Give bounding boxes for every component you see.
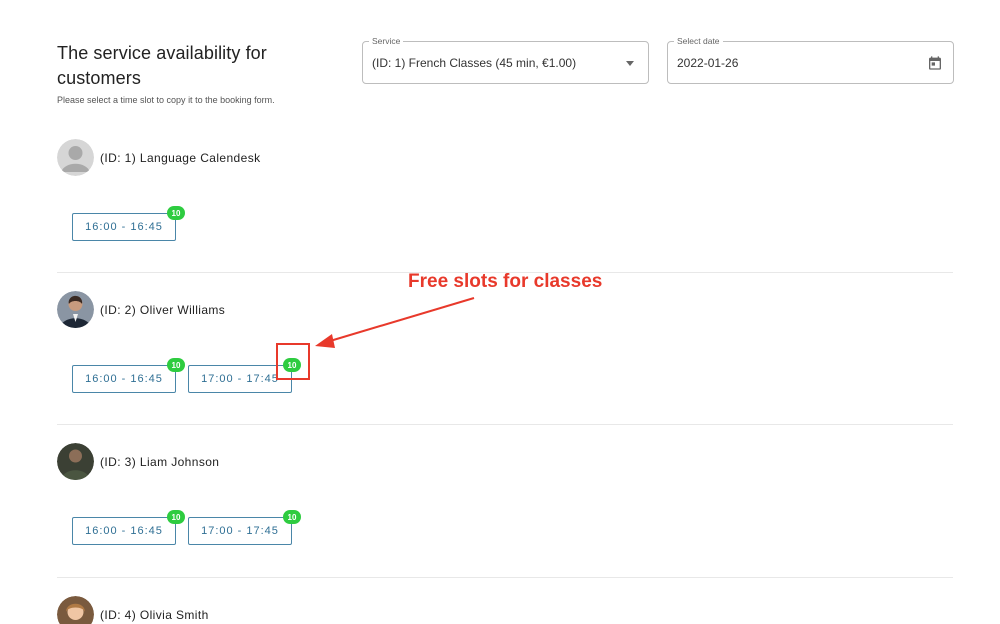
- time-slot-button[interactable]: 16:00 - 16:45 10: [72, 206, 185, 241]
- avatar: [57, 139, 94, 176]
- annotation-highlight-box: [276, 343, 310, 380]
- avatar: [57, 596, 94, 624]
- annotation-label: Free slots for classes: [408, 271, 603, 292]
- page-subtitle: Please select a time slot to copy it to …: [57, 95, 275, 105]
- time-slot-button[interactable]: 16:00 - 16:45 10: [72, 358, 185, 393]
- time-slot-label: 16:00 - 16:45: [85, 525, 163, 537]
- free-slots-badge: 10: [167, 510, 185, 524]
- employee-name: (ID: 3) Liam Johnson: [100, 455, 220, 469]
- calendar-icon[interactable]: [927, 55, 943, 71]
- date-field-label: Select date: [674, 36, 723, 46]
- free-slots-badge: 10: [283, 510, 301, 524]
- free-slots-badge: 10: [167, 358, 185, 372]
- employee-section: (ID: 3) Liam Johnson 16:00 - 16:45 10 17…: [57, 443, 953, 553]
- employee-name: (ID: 1) Language Calendesk: [100, 151, 261, 165]
- employee-section: (ID: 2) Oliver Williams 16:00 - 16:45 10…: [57, 291, 953, 401]
- avatar: [57, 443, 94, 480]
- employee-section: (ID: 1) Language Calendesk 16:00 - 16:45…: [57, 139, 953, 249]
- section-divider: [57, 577, 953, 578]
- time-slot-label: 17:00 - 17:45: [201, 525, 279, 537]
- time-slot-label: 16:00 - 16:45: [85, 373, 163, 385]
- chevron-down-icon[interactable]: [626, 61, 634, 66]
- time-slot-button[interactable]: 17:00 - 17:45 10: [188, 510, 301, 545]
- time-slot-label: 16:00 - 16:45: [85, 221, 163, 233]
- service-select-label: Service: [369, 36, 404, 46]
- service-select-value: (ID: 1) French Classes (45 min, €1.00): [372, 56, 577, 70]
- section-divider: [57, 424, 953, 425]
- employee-name: (ID: 2) Oliver Williams: [100, 303, 226, 317]
- time-slot-button[interactable]: 16:00 - 16:45 10: [72, 510, 185, 545]
- availability-page: The service availability for customers P…: [0, 0, 1000, 624]
- employee-section: (ID: 4) Olivia Smith: [57, 596, 953, 624]
- page-title: The service availability for customers: [57, 43, 267, 88]
- date-field[interactable]: Select date 2022-01-26: [667, 36, 954, 84]
- free-slots-badge: 10: [167, 206, 185, 220]
- service-select[interactable]: Service (ID: 1) French Classes (45 min, …: [362, 36, 649, 84]
- employee-name: (ID: 4) Olivia Smith: [100, 608, 209, 622]
- date-field-value: 2022-01-26: [677, 56, 739, 70]
- time-slot-label: 17:00 - 17:45: [201, 373, 279, 385]
- avatar: [57, 291, 94, 328]
